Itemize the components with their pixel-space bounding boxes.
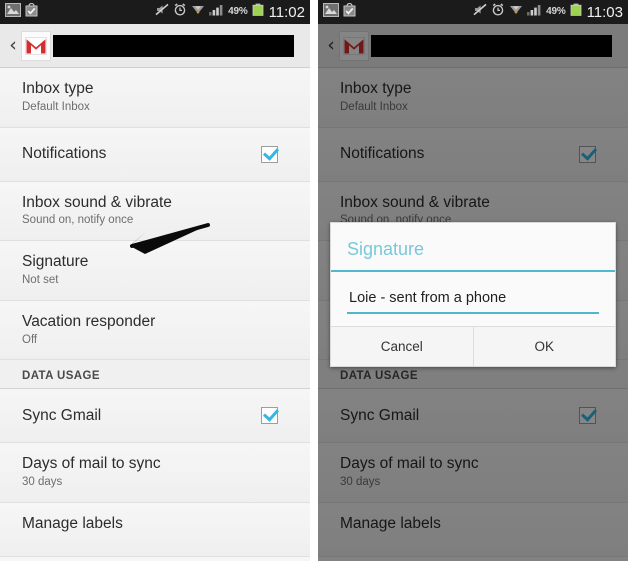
sync-gmail-checkbox[interactable]	[261, 407, 278, 425]
setting-row-days-of-mail-to-sync[interactable]: Days of mail to sync 30 days	[318, 443, 628, 504]
setting-title: Inbox type	[340, 80, 412, 97]
setting-row-inbox-type[interactable]: Inbox type Default Inbox	[0, 68, 310, 128]
setting-title: Sync Gmail	[22, 407, 102, 425]
status-bar-left-icons	[5, 2, 39, 22]
gmail-m-icon[interactable]	[21, 30, 51, 61]
setting-subtitle: Default Inbox	[340, 100, 408, 113]
cancel-button[interactable]: Cancel	[331, 327, 474, 366]
dialog-title: Signature	[347, 239, 425, 259]
wifi-icon	[191, 3, 205, 21]
phone-screenshot-left: 49% 11:02 ‹ Inbox type Default Inbox Not…	[0, 0, 310, 561]
left-pointing-arrow	[130, 223, 210, 254]
setting-row-sync-gmail[interactable]: Sync Gmail	[0, 389, 310, 444]
ok-button[interactable]: OK	[473, 327, 615, 366]
mute-icon	[155, 3, 169, 21]
setting-title: Days of mail to sync	[22, 455, 161, 473]
mute-icon	[473, 3, 487, 21]
setting-row-manage-labels[interactable]: Manage labels	[0, 503, 310, 558]
dialog-body	[331, 272, 615, 326]
checkmark-bag-icon	[24, 2, 39, 22]
setting-subtitle: Default Inbox	[22, 100, 90, 113]
account-title-redacted	[371, 34, 612, 57]
back-chevron-icon[interactable]: ‹	[6, 36, 20, 55]
action-bar-right: ‹	[318, 24, 628, 68]
setting-row-vacation-responder[interactable]: Vacation responder Off	[0, 300, 310, 361]
status-bar-left: 49% 11:02	[0, 0, 310, 24]
battery-percent-label: 49%	[228, 6, 248, 17]
signature-dialog: Signature Cancel OK	[330, 222, 616, 367]
checkmark-bag-icon	[342, 2, 357, 22]
settings-list-left: Inbox type Default Inbox Notifications I…	[0, 68, 310, 561]
setting-title: Inbox type	[22, 80, 94, 97]
setting-title: Sync Gmail	[340, 407, 420, 425]
battery-icon	[252, 3, 264, 21]
setting-subtitle: Not set	[22, 274, 59, 287]
gallery-icon	[5, 2, 21, 22]
setting-title: Notifications	[22, 145, 107, 163]
signal-bars-icon	[209, 3, 224, 21]
dialog-button-row: Cancel OK	[331, 326, 615, 366]
gallery-icon	[323, 2, 339, 22]
setting-title: Manage labels	[340, 515, 441, 533]
alarm-clock-icon	[491, 3, 505, 21]
setting-row-partially-visible[interactable]	[0, 557, 310, 561]
setting-title: Vacation responder	[22, 312, 156, 330]
setting-title: Notifications	[340, 145, 425, 163]
setting-subtitle: Off	[22, 333, 38, 346]
setting-row-partially-visible[interactable]	[318, 557, 628, 561]
status-bar-left-icons	[323, 2, 357, 22]
setting-row-notifications[interactable]: Notifications	[0, 127, 310, 182]
setting-row-sync-gmail[interactable]: Sync Gmail	[318, 389, 628, 444]
setting-row-inbox-type[interactable]: Inbox type Default Inbox	[318, 68, 628, 128]
account-title-redacted	[53, 34, 294, 57]
setting-subtitle: 30 days	[340, 476, 381, 489]
status-bar-right-icons: 49% 11:02	[155, 3, 305, 21]
phone-screenshot-right: 49% 11:03 ‹ Inbox type Default Inbox Not…	[318, 0, 628, 561]
setting-title: Inbox sound & vibrate	[340, 193, 490, 211]
setting-title: Manage labels	[22, 515, 123, 533]
status-bar-right-icons: 49% 11:03	[473, 3, 623, 21]
setting-row-notifications[interactable]: Notifications	[318, 127, 628, 182]
setting-subtitle: 30 days	[22, 476, 63, 489]
battery-percent-label: 49%	[546, 6, 566, 17]
status-bar-clock: 11:02	[268, 3, 305, 21]
setting-row-days-of-mail-to-sync[interactable]: Days of mail to sync 30 days	[0, 443, 310, 504]
alarm-clock-icon	[173, 3, 187, 21]
notifications-checkbox[interactable]	[261, 145, 278, 163]
battery-icon	[570, 3, 582, 21]
status-bar-clock: 11:03	[586, 3, 623, 21]
signature-input[interactable]	[347, 288, 599, 314]
setting-title: Days of mail to sync	[340, 455, 479, 473]
setting-title: Inbox sound & vibrate	[22, 193, 172, 211]
signal-bars-icon	[527, 3, 542, 21]
status-bar-right: 49% 11:03	[318, 0, 628, 24]
action-bar-left: ‹	[0, 24, 310, 68]
sync-gmail-checkbox[interactable]	[579, 407, 596, 425]
signature-input-wrap	[347, 288, 599, 314]
section-header-data-usage: DATA USAGE	[0, 360, 310, 390]
screenshot-stage: 49% 11:02 ‹ Inbox type Default Inbox Not…	[0, 0, 628, 561]
notifications-checkbox[interactable]	[579, 145, 596, 163]
back-chevron-icon[interactable]: ‹	[324, 36, 338, 55]
wifi-icon	[509, 3, 523, 21]
gmail-m-icon[interactable]	[339, 30, 369, 61]
setting-row-manage-labels[interactable]: Manage labels	[318, 503, 628, 558]
